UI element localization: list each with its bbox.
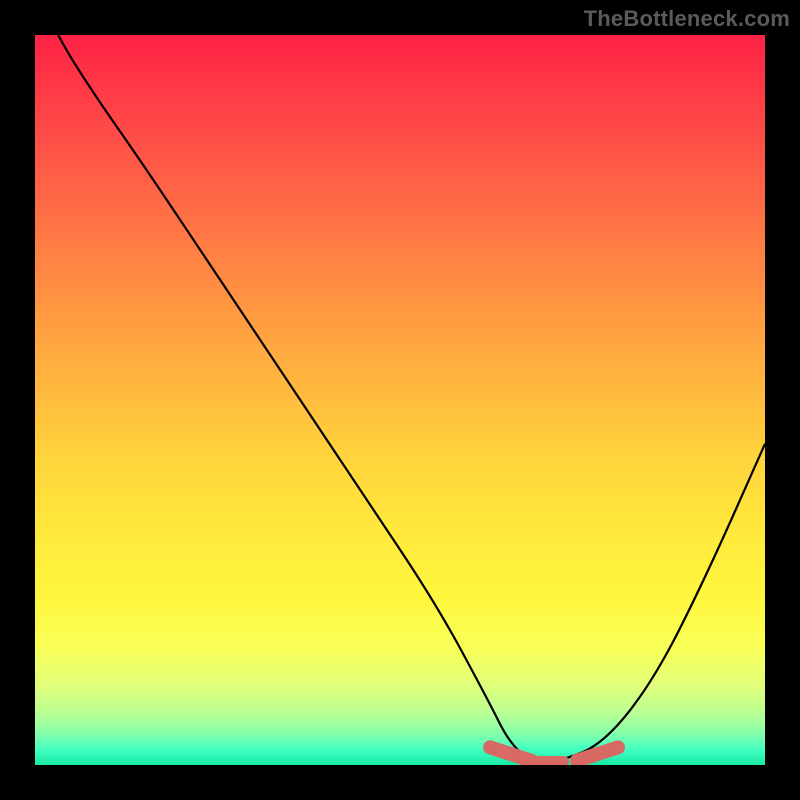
bottleneck-curve [35, 35, 765, 765]
chart-container: TheBottleneck.com [0, 0, 800, 800]
watermark-text: TheBottleneck.com [584, 6, 790, 32]
plot-area [35, 35, 765, 765]
optimal-marker-mid [523, 756, 569, 765]
